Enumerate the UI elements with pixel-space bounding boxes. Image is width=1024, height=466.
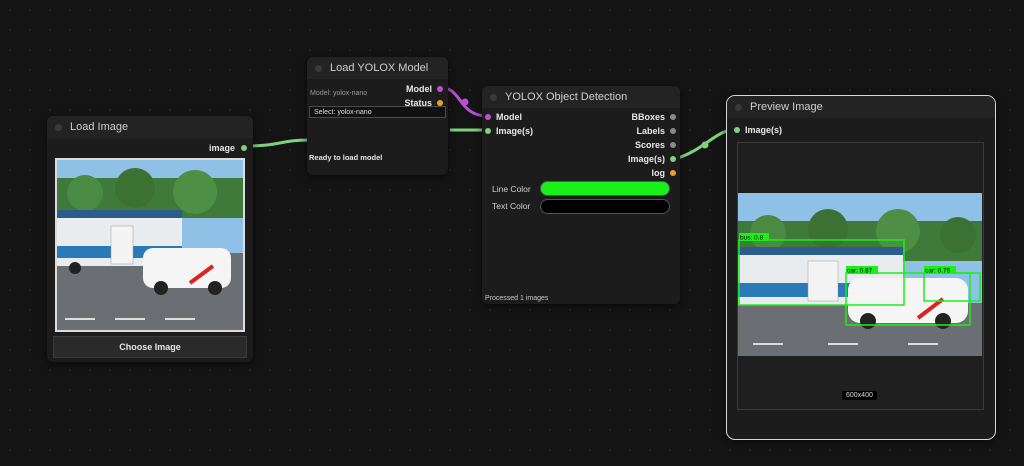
choose-image-button[interactable]: Choose Image	[53, 336, 247, 358]
collapse-dot[interactable]	[55, 123, 62, 131]
output-bboxes-pin[interactable]	[670, 114, 676, 120]
output-image-pin[interactable]	[241, 145, 247, 151]
preview-input-images-label: Image(s)	[745, 125, 783, 135]
output-model-slot[interactable]: Model	[406, 84, 443, 94]
line-color-label: Line Color	[492, 184, 531, 194]
output-labels-pin[interactable]	[670, 128, 676, 134]
preview-input-images-pin[interactable]	[734, 127, 740, 133]
detection-label-car-1: car: 0.87	[847, 268, 873, 275]
collapse-dot[interactable]	[735, 103, 742, 111]
text-color-picker[interactable]	[540, 199, 670, 214]
status-text: Ready to load model	[309, 153, 383, 162]
detection-label-car-2: car: 0.76	[925, 268, 951, 275]
line-color-picker[interactable]	[540, 181, 670, 196]
output-log-slot[interactable]: log	[651, 168, 676, 178]
detection-result-image: bus: 0.8 car: 0.87 car: 0.76	[738, 193, 982, 356]
output-images-label: Image(s)	[627, 154, 665, 164]
load-image-header[interactable]: Load Image	[47, 116, 253, 138]
input-model-pin[interactable]	[485, 114, 491, 120]
processed-footer: Processed 1 images	[485, 295, 549, 302]
input-images-label: Image(s)	[496, 126, 534, 136]
preview-image-title: Preview Image	[750, 101, 823, 113]
output-images-pin[interactable]	[670, 156, 676, 162]
input-model-slot[interactable]: Model	[485, 112, 522, 122]
preview-input-images-slot[interactable]: Image(s)	[734, 125, 782, 135]
output-log-pin[interactable]	[670, 170, 676, 176]
preview-image-header[interactable]: Preview Image	[727, 96, 995, 118]
collapse-dot[interactable]	[315, 64, 322, 72]
preview-image-node[interactable]: Preview Image Image(s) bus: 0.8 car: 0.8…	[726, 95, 996, 440]
input-images-slot[interactable]: Image(s)	[485, 126, 533, 136]
output-scores-label: Scores	[634, 140, 665, 150]
loaded-image-preview	[55, 158, 245, 332]
model-info-text: Model: yolox-nano	[310, 90, 368, 97]
load-image-title: Load Image	[70, 121, 129, 133]
output-images-slot[interactable]: Image(s)	[628, 154, 676, 164]
load-yolox-title: Load YOLOX Model	[330, 62, 429, 74]
output-log-label: log	[651, 168, 666, 178]
output-model-pin[interactable]	[437, 86, 443, 92]
output-image-label: image	[208, 143, 235, 153]
text-color-label: Text Color	[492, 201, 531, 211]
load-image-node[interactable]: Load Image image Choose Image	[47, 116, 253, 362]
yolox-detection-header[interactable]: YOLOX Object Detection	[482, 86, 680, 108]
collapse-dot[interactable]	[490, 93, 497, 101]
input-model-label: Model	[496, 112, 522, 122]
output-model-label: Model	[406, 84, 432, 94]
load-yolox-model-node[interactable]: Load YOLOX Model Model Status Model: yol…	[307, 57, 448, 175]
output-scores-pin[interactable]	[670, 142, 676, 148]
load-yolox-header[interactable]: Load YOLOX Model	[307, 57, 448, 79]
yolox-detection-node[interactable]: YOLOX Object Detection Model Image(s) BB…	[482, 86, 680, 304]
output-bboxes-label: BBoxes	[631, 112, 665, 122]
output-bboxes-slot[interactable]: BBoxes	[631, 112, 676, 122]
output-labels-label: Labels	[636, 126, 665, 136]
model-select[interactable]: Select: yolox-nano	[309, 106, 446, 118]
output-image-slot[interactable]: image	[209, 143, 247, 153]
output-scores-slot[interactable]: Scores	[635, 140, 676, 150]
yolox-detection-title: YOLOX Object Detection	[505, 91, 628, 103]
image-dimensions: 600x400	[842, 391, 877, 400]
output-labels-slot[interactable]: Labels	[636, 126, 676, 136]
input-images-pin[interactable]	[485, 128, 491, 134]
detection-label-bus: bus: 0.8	[740, 235, 764, 242]
